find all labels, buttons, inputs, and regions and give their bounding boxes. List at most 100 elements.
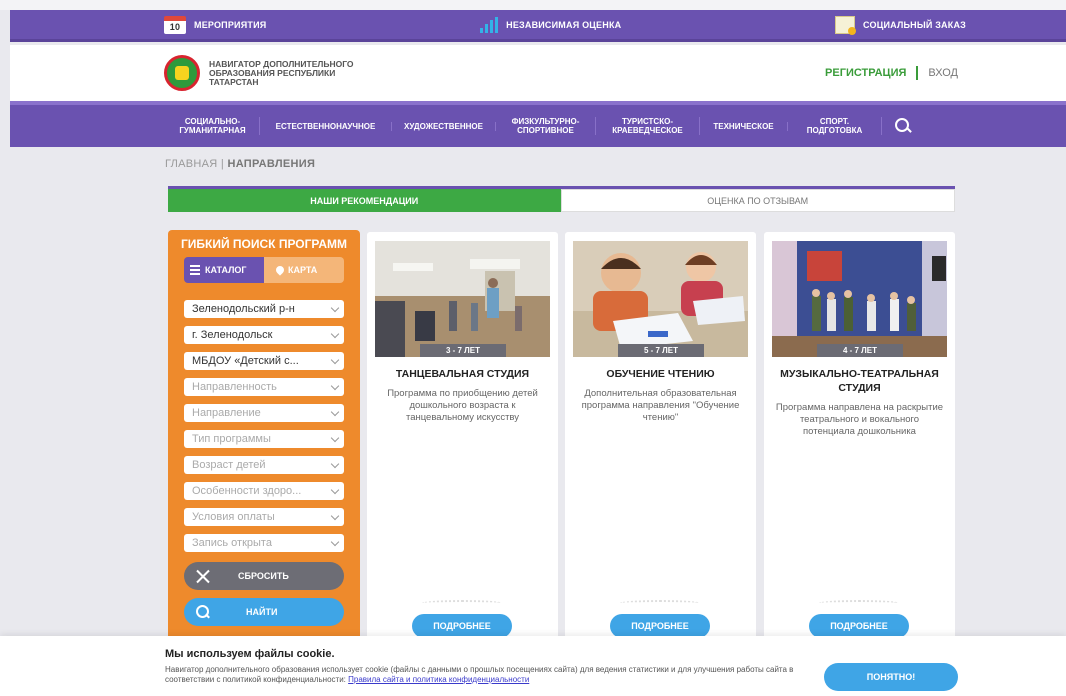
- breadcrumb-home[interactable]: ГЛАВНАЯ: [165, 158, 218, 170]
- divider-wave: [422, 600, 502, 606]
- nav-item-social[interactable]: СОЦИАЛЬНО-ГУМАНИТАРНАЯ: [166, 117, 260, 135]
- close-icon: [196, 569, 210, 583]
- program-description: Программа направлена на раскрытие театра…: [775, 402, 944, 437]
- chevron-down-icon: [330, 329, 340, 338]
- select-placeholder: Возраст детей: [192, 459, 266, 471]
- site-name[interactable]: НАВИГАТОР ДОПОЛНИТЕЛЬНОГО ОБРАЗОВАНИЯ РЕ…: [209, 59, 379, 87]
- search-icon: [196, 605, 210, 619]
- chevron-down-icon: [330, 381, 340, 390]
- select-placeholder: Запись открыта: [192, 537, 272, 549]
- nav-item-science[interactable]: ЕСТЕСТВЕННОНАУЧНОЕ: [260, 121, 392, 131]
- select-value: г. Зеленодольск: [192, 329, 273, 341]
- nav-item-technical[interactable]: ТЕХНИЧЕСКОЕ: [700, 121, 788, 131]
- program-title[interactable]: МУЗЫКАЛЬНО-ТЕАТРАЛЬНАЯ СТУДИЯ: [768, 367, 951, 395]
- select-placeholder: Условия оплаты: [192, 511, 275, 523]
- catalog-label: КАТАЛОГ: [205, 265, 247, 275]
- chevron-down-icon: [330, 485, 340, 494]
- cookie-accept-button[interactable]: ПОНЯТНО!: [824, 663, 958, 691]
- recommendation-tabs: НАШИ РЕКОМЕНДАЦИИ ОЦЕНКА ПО ОТЗЫВАМ: [168, 186, 955, 212]
- program-photo[interactable]: 5 - 7 ЛЕТ: [573, 241, 748, 357]
- nav-item-sport-training[interactable]: СПОРТ. ПОДГОТОВКА: [788, 117, 882, 135]
- program-title[interactable]: ТАНЦЕВАЛЬНАЯ СТУДИЯ: [371, 367, 554, 381]
- age-badge: 3 - 7 ЛЕТ: [420, 344, 506, 357]
- divider-wave: [620, 600, 700, 606]
- top-bar: 10 МЕРОПРИЯТИЯ НЕЗАВИСИМАЯ ОЦЕНКА СОЦИАЛ…: [10, 10, 1066, 42]
- privacy-policy-link[interactable]: Правила сайта и политика конфиденциально…: [348, 675, 529, 684]
- rating-label: НЕЗАВИСИМАЯ ОЦЕНКА: [506, 19, 622, 30]
- age-badge: 4 - 7 ЛЕТ: [817, 344, 903, 357]
- chevron-down-icon: [330, 511, 340, 520]
- main-nav: СОЦИАЛЬНО-ГУМАНИТАРНАЯ ЕСТЕСТВЕННОНАУЧНО…: [10, 101, 1066, 147]
- program-card[interactable]: 3 - 7 ЛЕТ ТАНЦЕВАЛЬНАЯ СТУДИЯ Программа …: [367, 232, 558, 652]
- breadcrumb: ГЛАВНАЯ | НАПРАВЛЕНИЯ: [165, 158, 315, 170]
- reset-button[interactable]: СБРОСИТЬ: [184, 562, 344, 590]
- chevron-down-icon: [330, 355, 340, 364]
- breadcrumb-current: НАПРАВЛЕНИЯ: [227, 158, 316, 170]
- breadcrumb-separator: |: [220, 158, 225, 170]
- select-placeholder: Направление: [192, 407, 261, 419]
- register-link[interactable]: РЕГИСТРАЦИЯ: [825, 67, 906, 79]
- list-icon: [190, 265, 200, 275]
- filter-panel: ГИБКИЙ ПОИСК ПРОГРАММ КАТАЛОГ КАРТА Зеле…: [168, 230, 360, 650]
- chevron-down-icon: [330, 303, 340, 312]
- rating-link[interactable]: НЕЗАВИСИМАЯ ОЦЕНКА: [480, 16, 622, 33]
- select-value: Зеленодольский р-н: [192, 303, 295, 315]
- program-card[interactable]: 5 - 7 ЛЕТ ОБУЧЕНИЕ ЧТЕНИЮ Дополнительная…: [565, 232, 756, 652]
- catalog-toggle[interactable]: КАТАЛОГ: [184, 257, 264, 283]
- find-label: НАЙТИ: [246, 607, 278, 617]
- chevron-down-icon: [330, 537, 340, 546]
- nav-item-tourism[interactable]: ТУРИСТСКО-КРАЕВЕДЧЕСКОЕ: [596, 117, 700, 135]
- certificate-icon: [835, 15, 857, 35]
- auth-divider: [916, 66, 919, 80]
- chevron-down-icon: [330, 433, 340, 442]
- select-age[interactable]: Возраст детей: [184, 456, 344, 474]
- select-direction[interactable]: Направление: [184, 404, 344, 422]
- select-payment[interactable]: Условия оплаты: [184, 508, 344, 526]
- select-placeholder: Особенности здоро...: [192, 485, 302, 497]
- find-button[interactable]: НАЙТИ: [184, 598, 344, 626]
- details-button[interactable]: ПОДРОБНЕЕ: [412, 614, 512, 638]
- program-description: Дополнительная образовательная программа…: [581, 388, 740, 423]
- view-toggle: КАТАЛОГ КАРТА: [184, 257, 344, 283]
- login-link[interactable]: ВХОД: [928, 67, 958, 79]
- cookie-banner: Мы используем файлы cookie. Навигатор до…: [0, 636, 1066, 696]
- search-icon[interactable]: [894, 117, 912, 135]
- select-district[interactable]: Зеленодольский р-н: [184, 300, 344, 318]
- tab-reviews[interactable]: ОЦЕНКА ПО ОТЗЫВАМ: [560, 189, 955, 212]
- nav-item-sport[interactable]: ФИЗКУЛЬТУРНО-СПОРТИВНОЕ: [496, 117, 596, 135]
- reset-label: СБРОСИТЬ: [238, 571, 289, 581]
- age-badge: 5 - 7 ЛЕТ: [618, 344, 704, 357]
- social-order-link[interactable]: СОЦИАЛЬНЫЙ ЗАКАЗ: [835, 15, 966, 35]
- filter-title: ГИБКИЙ ПОИСК ПРОГРАММ: [180, 237, 348, 251]
- program-photo[interactable]: 3 - 7 ЛЕТ: [375, 241, 550, 357]
- cookie-text: Навигатор дополнительного образования ис…: [165, 665, 815, 685]
- divider-wave: [819, 600, 899, 606]
- nav-item-art[interactable]: ХУДОЖЕСТВЕННОЕ: [392, 121, 496, 131]
- map-label: КАРТА: [288, 265, 318, 275]
- details-button[interactable]: ПОДРОБНЕЕ: [610, 614, 710, 638]
- chevron-down-icon: [330, 459, 340, 468]
- select-city[interactable]: г. Зеленодольск: [184, 326, 344, 344]
- calendar-icon: 10: [164, 15, 186, 34]
- program-description: Программа по приобщению детей дошкольног…: [387, 388, 538, 423]
- map-pin-icon: [274, 264, 286, 276]
- filter-selects: Зеленодольский р-н г. Зеленодольск МБДОУ…: [168, 300, 360, 552]
- map-toggle[interactable]: КАРТА: [264, 257, 344, 283]
- select-focus[interactable]: Направленность: [184, 378, 344, 396]
- program-card[interactable]: 4 - 7 ЛЕТ МУЗЫКАЛЬНО-ТЕАТРАЛЬНАЯ СТУДИЯ …: [764, 232, 955, 652]
- select-program-type[interactable]: Тип программы: [184, 430, 344, 448]
- select-placeholder: Направленность: [192, 381, 277, 393]
- details-button[interactable]: ПОДРОБНЕЕ: [809, 614, 909, 638]
- select-enrollment[interactable]: Запись открыта: [184, 534, 344, 552]
- tatarstan-emblem-icon[interactable]: [164, 55, 200, 91]
- site-header: НАВИГАТОР ДОПОЛНИТЕЛЬНОГО ОБРАЗОВАНИЯ РЕ…: [10, 45, 1066, 101]
- program-title[interactable]: ОБУЧЕНИЕ ЧТЕНИЮ: [569, 367, 752, 381]
- select-health[interactable]: Особенности здоро...: [184, 482, 344, 500]
- program-photo[interactable]: 4 - 7 ЛЕТ: [772, 241, 947, 357]
- social-order-label: СОЦИАЛЬНЫЙ ЗАКАЗ: [863, 19, 966, 30]
- events-link[interactable]: 10 МЕРОПРИЯТИЯ: [164, 15, 266, 34]
- select-value: МБДОУ «Детский с...: [192, 355, 299, 367]
- tab-recommendations[interactable]: НАШИ РЕКОМЕНДАЦИИ: [168, 189, 561, 212]
- chevron-down-icon: [330, 407, 340, 416]
- select-organization[interactable]: МБДОУ «Детский с...: [184, 352, 344, 370]
